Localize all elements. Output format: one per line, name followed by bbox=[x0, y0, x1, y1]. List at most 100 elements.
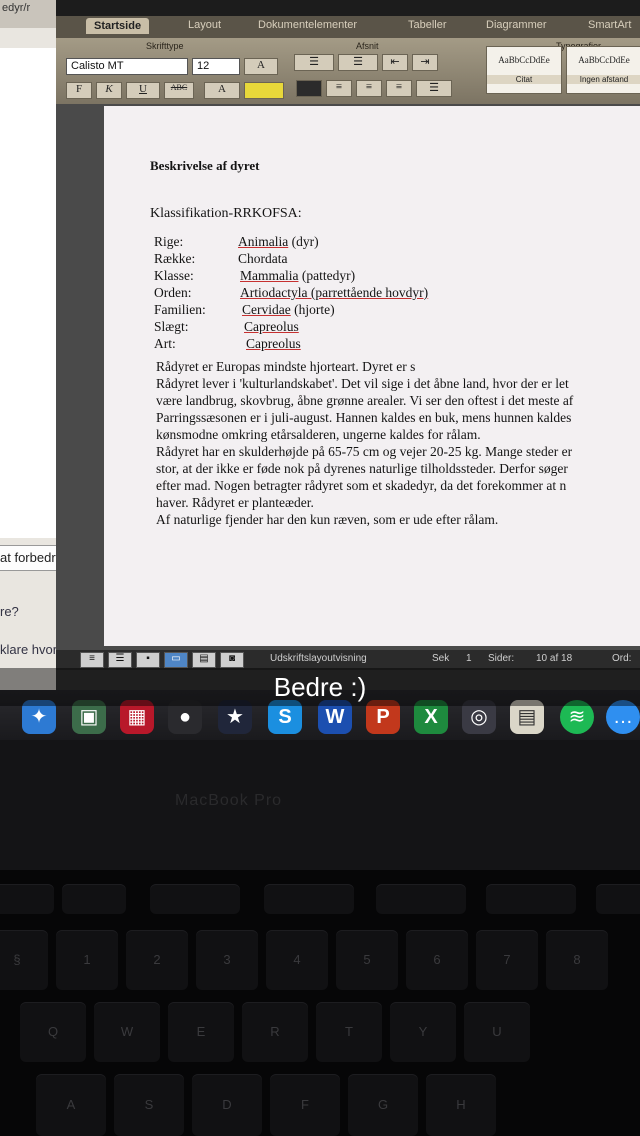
highlight-button[interactable] bbox=[244, 82, 284, 99]
taxonomy-note: (hjorte) bbox=[290, 302, 335, 317]
notebook-view-button[interactable]: ▤ bbox=[192, 652, 216, 668]
taxonomy-note: (pattedyr) bbox=[298, 268, 356, 283]
font-size-field[interactable]: 12 bbox=[192, 58, 240, 75]
keyboard-key: 6 bbox=[406, 930, 468, 990]
taxonomy-label: Familien: bbox=[154, 302, 206, 317]
publishing-view-button[interactable]: ▪ bbox=[136, 652, 160, 668]
ribbon: Skrifttype Afsnit Typografier Calisto MT… bbox=[56, 38, 640, 104]
line-spacing-button[interactable]: ☰ bbox=[416, 80, 452, 97]
keyboard-key bbox=[62, 884, 126, 914]
paragraph-line: Rådyret har en skulderhøjde på 65-75 cm … bbox=[156, 444, 573, 459]
keyboard-key: Q bbox=[20, 1002, 86, 1062]
underline-button[interactable]: U bbox=[126, 82, 160, 99]
font-color-button[interactable]: A bbox=[204, 82, 240, 99]
keyboard-key: R bbox=[242, 1002, 308, 1062]
tab-diagrammer[interactable]: Diagrammer bbox=[486, 19, 547, 31]
grow-font-button[interactable]: A bbox=[244, 58, 278, 75]
keyboard-key: 4 bbox=[266, 930, 328, 990]
keyboard-key: S bbox=[114, 1074, 184, 1136]
align-right-button[interactable]: ≡ bbox=[356, 80, 382, 97]
indent-button[interactable]: ⇥ bbox=[412, 54, 438, 71]
justify-button[interactable]: ≡ bbox=[386, 80, 412, 97]
view-name: Udskriftslayoutvisning bbox=[270, 653, 367, 664]
paragraph-line: Af naturlige fjender har den kun ræven, … bbox=[156, 512, 499, 527]
style-name: Citat bbox=[487, 75, 561, 84]
taxonomy-label: Klasse: bbox=[154, 268, 194, 283]
paragraph-line: Rådyret er Europas mindste hjorteart. Dy… bbox=[156, 359, 416, 374]
tab-smartart[interactable]: SmartArt bbox=[588, 19, 631, 31]
laptop-brand-label: MacBook Pro bbox=[175, 792, 283, 809]
keyboard-key bbox=[264, 884, 354, 914]
classification-title: Klassifikation-RRKOFSA: bbox=[150, 206, 302, 221]
browser-text-line: klare hvor bbox=[0, 642, 58, 657]
style-preview: AaBbCcDdEe bbox=[578, 55, 630, 65]
keyboard-key: 3 bbox=[196, 930, 258, 990]
keyboard-key: T bbox=[316, 1002, 382, 1062]
paragraph-line: kønsmodne omkring etårsalderen, ungerne … bbox=[156, 427, 481, 442]
taxonomy-value: Capreolus bbox=[244, 319, 299, 334]
keyboard-key: 8 bbox=[546, 930, 608, 990]
strikethrough-button[interactable]: ABC bbox=[164, 82, 194, 99]
numbering-button[interactable]: ☰ bbox=[338, 54, 378, 71]
keyboard-key: D bbox=[192, 1074, 262, 1136]
keyboard-key: A bbox=[36, 1074, 106, 1136]
tab-startside[interactable]: Startside bbox=[86, 18, 150, 34]
keyboard-key: 2 bbox=[126, 930, 188, 990]
bold-button[interactable]: F bbox=[66, 82, 92, 99]
address-bar[interactable]: edyr/r bbox=[0, 0, 32, 16]
keyboard-key bbox=[486, 884, 576, 914]
style-preview: AaBbCcDdEe bbox=[498, 55, 550, 65]
keyboard-key: U bbox=[464, 1002, 530, 1062]
align-left-button[interactable] bbox=[296, 80, 322, 97]
tab-layout[interactable]: Layout bbox=[188, 19, 221, 31]
keyboard-key: Y bbox=[390, 1002, 456, 1062]
keyboard-key: E bbox=[168, 1002, 234, 1062]
keyboard-key: W bbox=[94, 1002, 160, 1062]
document-area: Beskrivelse af dyret Klassifikation-RRKO… bbox=[56, 104, 640, 650]
keyboard-key bbox=[596, 884, 640, 914]
print-layout-view-button[interactable]: ▭ bbox=[164, 652, 188, 668]
snap-caption: Bedre :) bbox=[0, 668, 640, 706]
paragraph-line: haver. Rådyret er planteæder. bbox=[156, 495, 314, 510]
taxonomy-value: Mammalia bbox=[240, 268, 299, 283]
taxonomy-label: Art: bbox=[154, 336, 176, 351]
keyboard-key: H bbox=[426, 1074, 496, 1136]
style-name: Ingen afstand bbox=[567, 75, 640, 84]
tab-dokumentelementer[interactable]: Dokumentelementer bbox=[258, 19, 357, 31]
taxonomy-note: (dyr) bbox=[288, 234, 319, 249]
font-name-field[interactable]: Calisto MT bbox=[66, 58, 188, 75]
taxonomy-label: Rige: bbox=[154, 234, 184, 249]
section-value: 1 bbox=[466, 653, 472, 664]
group-label-paragraph: Afsnit bbox=[356, 41, 379, 51]
group-label-font: Skrifttype bbox=[146, 41, 184, 51]
focus-view-button[interactable]: ◙ bbox=[220, 652, 244, 668]
status-bar: ≡ ☰ ▪ ▭ ▤ ◙ Udskriftslayoutvisning Sek 1… bbox=[56, 650, 640, 670]
keyboard-key: F bbox=[270, 1074, 340, 1136]
keyboard-key: 7 bbox=[476, 930, 538, 990]
paragraph-line: Rådyret lever i 'kulturlandskabet'. Det … bbox=[156, 376, 569, 391]
outdent-button[interactable]: ⇤ bbox=[382, 54, 408, 71]
taxonomy-value: Animalia bbox=[238, 234, 289, 249]
keyboard-key: § bbox=[0, 930, 48, 990]
outline-view-button[interactable]: ☰ bbox=[108, 652, 132, 668]
bullets-button[interactable]: ☰ bbox=[294, 54, 334, 71]
laptop-screen: edyr/r at forbedre re? klare hvor Starts… bbox=[0, 0, 640, 740]
taxonomy-label: Række: bbox=[154, 251, 196, 266]
draft-view-button[interactable]: ≡ bbox=[80, 652, 104, 668]
taxonomy-label: Slægt: bbox=[154, 319, 189, 334]
align-center-button[interactable]: ≡ bbox=[326, 80, 352, 97]
document-heading: Beskrivelse af dyret bbox=[150, 158, 260, 173]
keyboard-key: 5 bbox=[336, 930, 398, 990]
section-label: Sek bbox=[432, 653, 450, 664]
taxonomy-value: Artiodactyla bbox=[240, 285, 308, 300]
paragraph-line: Parringssæsonen er i juli-august. Hannen… bbox=[156, 410, 572, 425]
style-citat[interactable]: AaBbCcDdEe Citat bbox=[486, 46, 562, 94]
browser-text-line: re? bbox=[0, 604, 19, 619]
italic-button[interactable]: K bbox=[96, 82, 122, 99]
paragraph-line: efter mad. Nogen betragter rådyret som e… bbox=[156, 478, 567, 493]
document-page[interactable]: Beskrivelse af dyret Klassifikation-RRKO… bbox=[104, 106, 640, 646]
tab-tabeller[interactable]: Tabeller bbox=[408, 19, 447, 31]
style-ingen-afstand[interactable]: AaBbCcDdEe Ingen afstand bbox=[566, 46, 640, 94]
keyboard-key bbox=[0, 884, 54, 914]
taxonomy-label: Orden: bbox=[154, 285, 192, 300]
